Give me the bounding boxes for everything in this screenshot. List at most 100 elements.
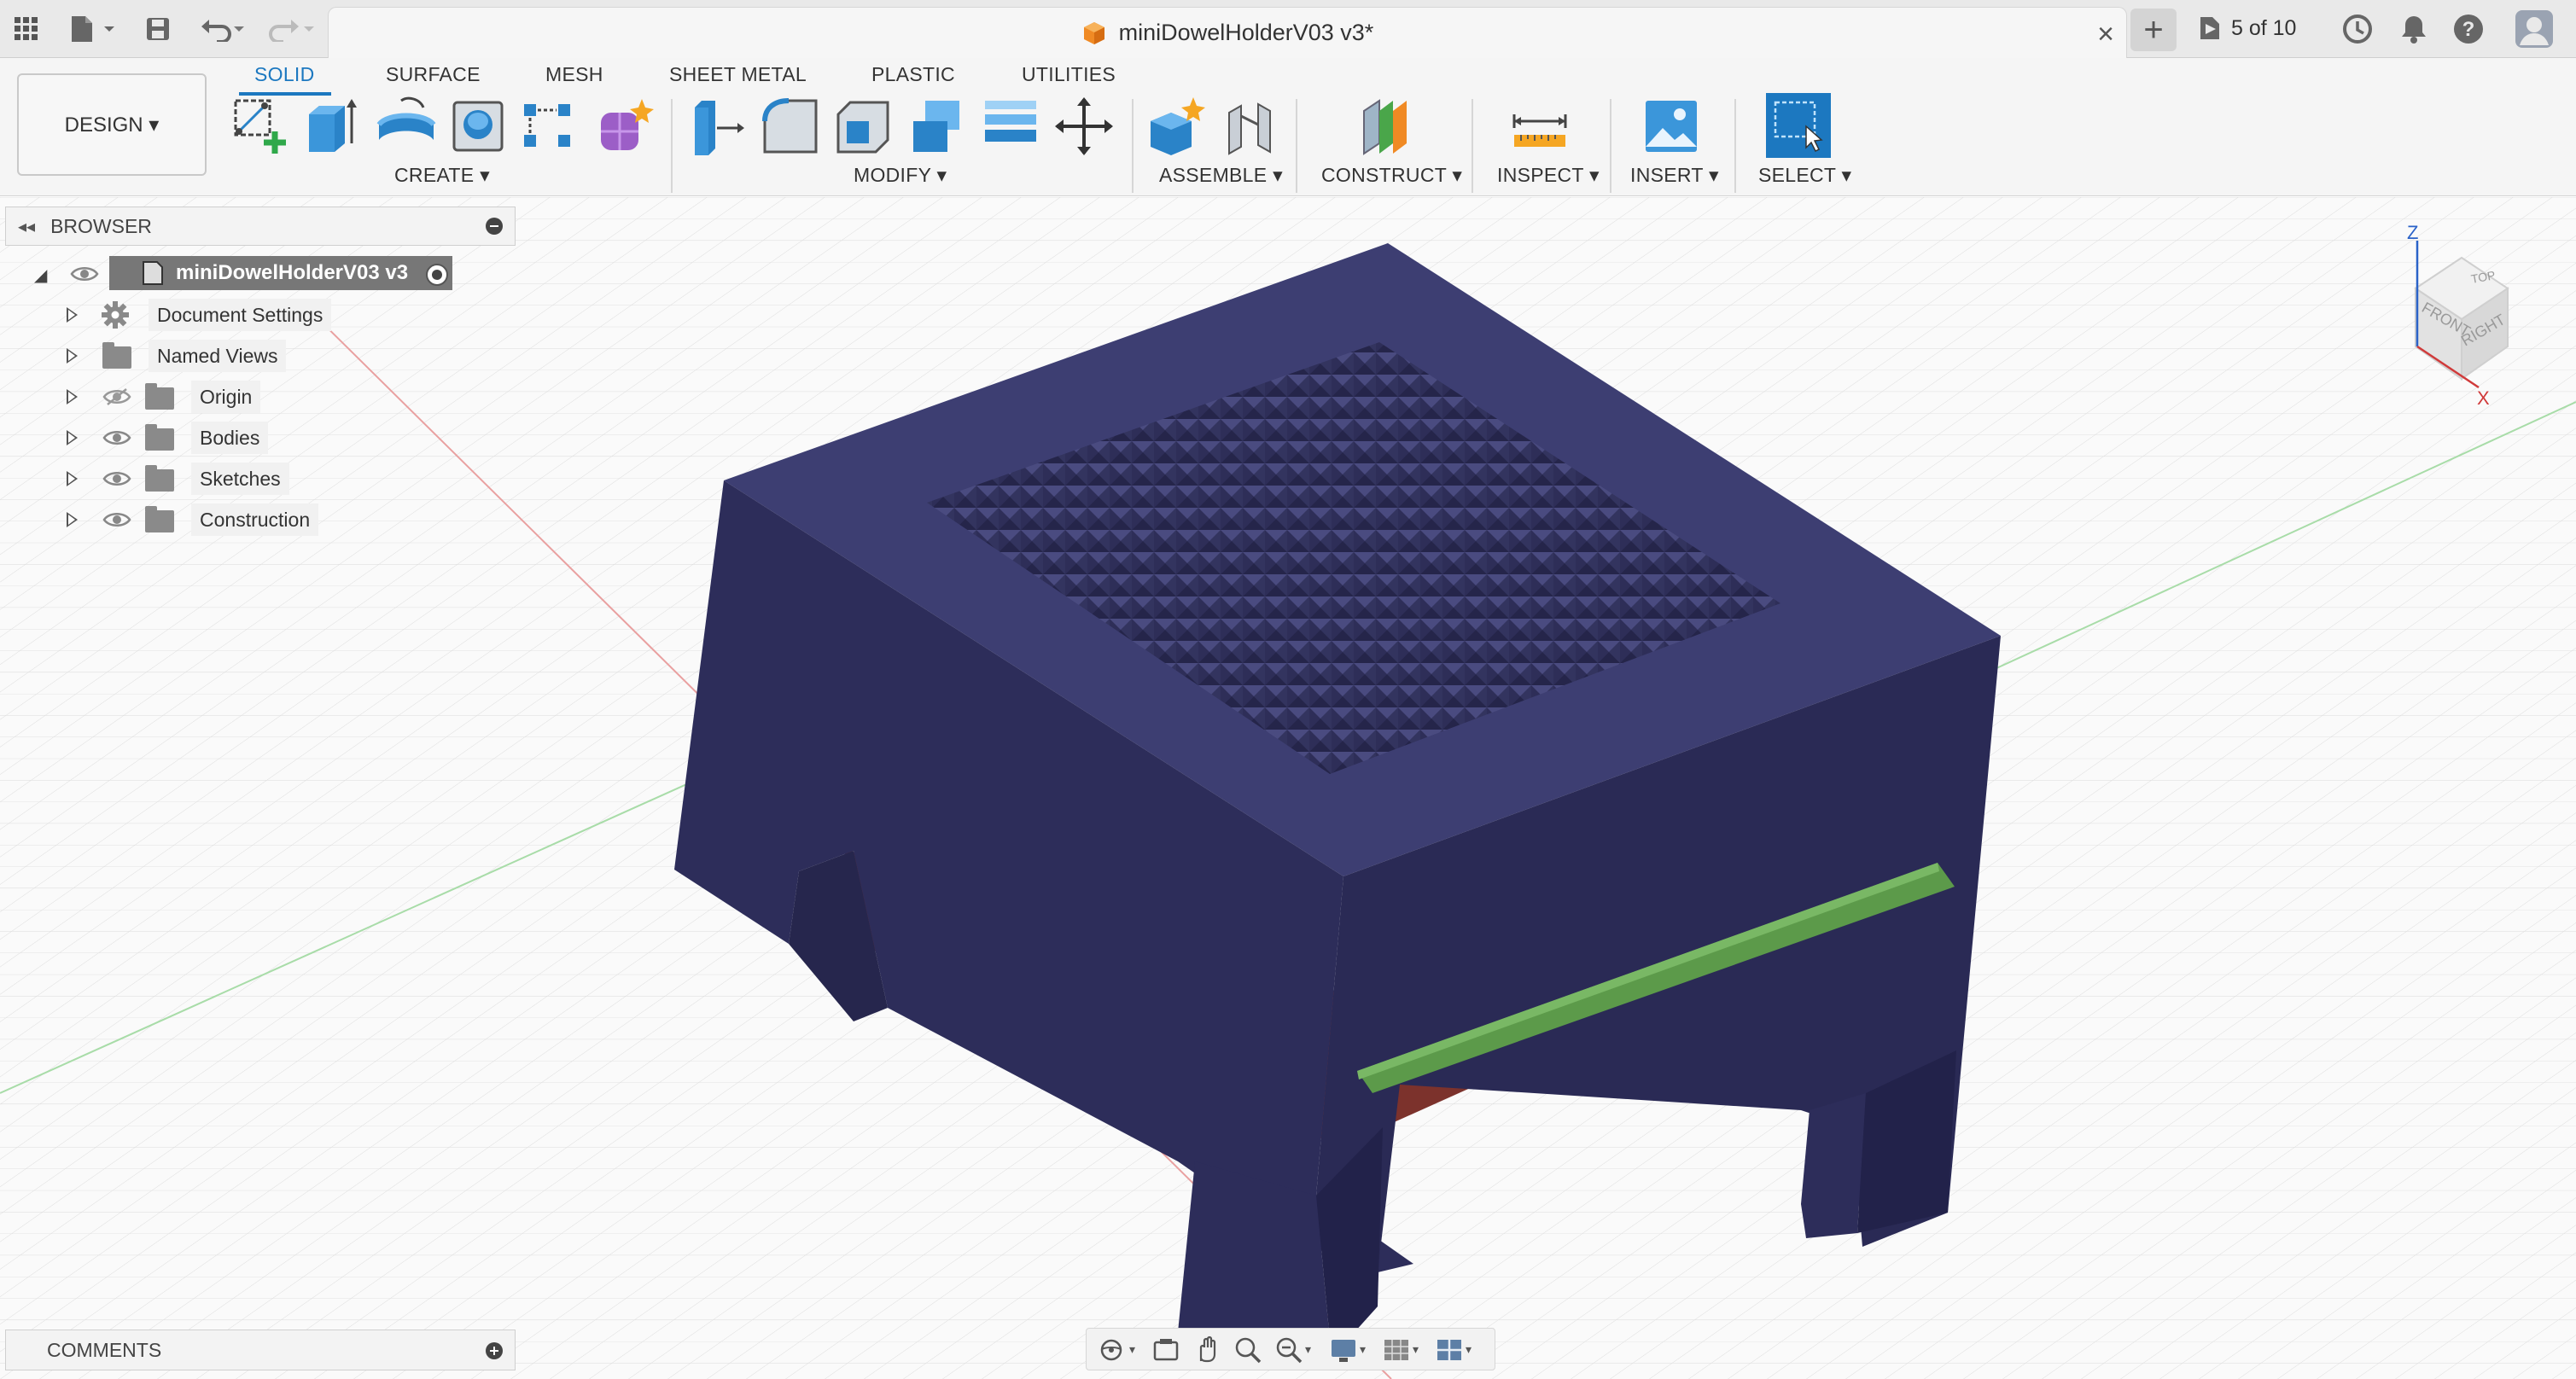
inspect-group-label[interactable]: INSPECT ▾ bbox=[1497, 164, 1600, 187]
grid-dropdown-icon[interactable]: ▾ bbox=[1413, 1342, 1419, 1357]
fillet-icon[interactable] bbox=[760, 96, 821, 157]
toolbar-divider bbox=[1132, 99, 1134, 193]
tab-sheet-metal[interactable]: SHEET METAL bbox=[669, 63, 807, 86]
toolbar-divider bbox=[1610, 99, 1611, 193]
browser-item-document-settings[interactable]: Document Settings bbox=[65, 297, 406, 333]
browser-item-origin[interactable]: Origin bbox=[65, 379, 406, 415]
viewports-icon[interactable] bbox=[1435, 1335, 1464, 1364]
eye-icon[interactable] bbox=[102, 428, 131, 447]
view-cube[interactable]: TOP FRONT RIGHT Z X bbox=[2373, 218, 2552, 406]
save-icon[interactable] bbox=[143, 9, 172, 49]
select-icon[interactable] bbox=[1765, 92, 1832, 159]
expand-arrow-icon[interactable] bbox=[67, 348, 78, 364]
new-tab-button[interactable]: + bbox=[2130, 9, 2177, 51]
undo-icon[interactable] bbox=[198, 9, 249, 49]
modify-group-label[interactable]: MODIFY ▾ bbox=[854, 164, 947, 187]
toolbar-divider bbox=[671, 99, 673, 193]
insert-group-label[interactable]: INSERT ▾ bbox=[1630, 164, 1719, 187]
browser-item-bodies[interactable]: Bodies bbox=[65, 420, 406, 456]
extrude-icon[interactable] bbox=[302, 96, 364, 157]
notifications-bell-icon[interactable] bbox=[2397, 9, 2431, 49]
orbit-dropdown-icon[interactable]: ▾ bbox=[1129, 1342, 1135, 1357]
pattern-icon[interactable] bbox=[519, 96, 580, 157]
insert-image-icon[interactable] bbox=[1641, 96, 1702, 157]
viewports-dropdown-icon[interactable]: ▾ bbox=[1466, 1342, 1472, 1357]
zoom-dropdown-icon[interactable]: ▾ bbox=[1305, 1342, 1311, 1357]
browser-item-named-views[interactable]: Named Views bbox=[65, 338, 406, 374]
navigation-bar: ▾ ▾ ▾ ▾ ▾ bbox=[1086, 1328, 1495, 1370]
document-title: miniDowelHolderV03 v3* bbox=[1118, 20, 1374, 45]
fit-zoom-icon[interactable] bbox=[1274, 1335, 1303, 1364]
browser-item-construction[interactable]: Construction bbox=[65, 502, 406, 538]
assemble-group-label[interactable]: ASSEMBLE ▾ bbox=[1159, 164, 1283, 187]
document-tab[interactable]: miniDowelHolderV03 v3* × bbox=[328, 7, 2127, 58]
folder-icon bbox=[145, 424, 174, 451]
user-avatar[interactable] bbox=[2515, 9, 2554, 49]
tab-plastic[interactable]: PLASTIC bbox=[871, 63, 955, 86]
version-indicator[interactable]: 5 of 10 bbox=[2195, 14, 2296, 43]
press-pull-icon[interactable] bbox=[686, 96, 748, 157]
hole-icon[interactable] bbox=[447, 96, 509, 157]
browser-panel-header[interactable]: ◂◂ BROWSER bbox=[5, 207, 516, 246]
combine-icon[interactable] bbox=[906, 96, 968, 157]
z-axis-label: Z bbox=[2407, 222, 2418, 243]
expand-arrow-icon[interactable] bbox=[67, 512, 78, 527]
offset-face-icon[interactable] bbox=[980, 96, 1041, 157]
expand-down-icon[interactable]: ◢ bbox=[34, 265, 47, 286]
file-menu-icon[interactable] bbox=[67, 9, 118, 49]
eye-icon[interactable] bbox=[70, 265, 99, 283]
tab-utilities[interactable]: UTILITIES bbox=[1022, 63, 1116, 86]
browser-item-sketches[interactable]: Sketches bbox=[65, 461, 406, 497]
expand-arrow-icon[interactable] bbox=[67, 389, 78, 404]
shell-icon[interactable] bbox=[833, 96, 895, 157]
job-status-icon[interactable] bbox=[2340, 9, 2375, 49]
new-component-icon[interactable] bbox=[1145, 96, 1207, 157]
construct-group-label[interactable]: CONSTRUCT ▾ bbox=[1321, 164, 1462, 187]
grid-settings-icon[interactable] bbox=[1382, 1335, 1411, 1364]
eye-hidden-icon[interactable] bbox=[102, 387, 131, 406]
folder-icon bbox=[102, 342, 131, 369]
eye-icon[interactable] bbox=[102, 510, 131, 529]
display-settings-icon[interactable] bbox=[1329, 1335, 1358, 1364]
add-comment-icon[interactable] bbox=[486, 1342, 503, 1359]
eye-icon[interactable] bbox=[102, 469, 131, 488]
revolve-icon[interactable] bbox=[376, 96, 437, 157]
gear-icon bbox=[102, 301, 129, 329]
offset-plane-icon[interactable] bbox=[1354, 96, 1415, 157]
apps-grid-icon[interactable] bbox=[12, 9, 41, 49]
redo-icon[interactable] bbox=[266, 9, 318, 49]
close-tab-icon[interactable]: × bbox=[2097, 18, 2114, 51]
orbit-icon[interactable] bbox=[1097, 1335, 1126, 1364]
tab-solid[interactable]: SOLID bbox=[254, 63, 315, 86]
version-label: 5 of 10 bbox=[2231, 15, 2297, 40]
expand-arrow-icon[interactable] bbox=[67, 430, 78, 445]
help-icon[interactable]: ? bbox=[2451, 9, 2486, 49]
model-canvas[interactable] bbox=[0, 197, 2576, 1379]
create-form-icon[interactable] bbox=[594, 96, 656, 157]
tab-mesh[interactable]: MESH bbox=[545, 63, 603, 86]
3d-viewport[interactable] bbox=[0, 197, 2576, 1379]
move-icon[interactable] bbox=[1053, 96, 1115, 157]
zoom-icon[interactable] bbox=[1233, 1335, 1262, 1364]
browser-root-item[interactable]: ◢ miniDowelHolderV03 v3 bbox=[34, 256, 461, 292]
minimize-panel-icon[interactable] bbox=[486, 218, 503, 235]
comments-panel-header[interactable]: COMMENTS bbox=[5, 1330, 516, 1370]
activate-radio-icon[interactable] bbox=[425, 263, 449, 287]
tab-surface[interactable]: SURFACE bbox=[386, 63, 481, 86]
expand-arrow-icon[interactable] bbox=[67, 307, 78, 323]
measure-icon[interactable] bbox=[1509, 96, 1571, 157]
collapse-panel-icon[interactable]: ◂◂ bbox=[18, 216, 35, 237]
workspace-switcher[interactable]: DESIGN ▾ bbox=[17, 73, 207, 176]
select-group-label[interactable]: SELECT ▾ bbox=[1758, 164, 1851, 187]
pan-hand-icon[interactable] bbox=[1192, 1335, 1221, 1364]
toolbar-divider bbox=[1296, 99, 1297, 193]
create-sketch-icon[interactable] bbox=[230, 96, 292, 157]
expand-arrow-icon[interactable] bbox=[67, 471, 78, 486]
display-dropdown-icon[interactable]: ▾ bbox=[1360, 1342, 1366, 1357]
root-item-highlight: miniDowelHolderV03 v3 bbox=[109, 256, 452, 290]
title-bar: miniDowelHolderV03 v3* × + 5 of 10 ? bbox=[0, 0, 2576, 58]
look-at-icon[interactable] bbox=[1151, 1335, 1180, 1364]
browser-title: BROWSER bbox=[50, 214, 152, 237]
joint-icon[interactable] bbox=[1221, 96, 1282, 157]
create-group-label[interactable]: CREATE ▾ bbox=[394, 164, 490, 187]
